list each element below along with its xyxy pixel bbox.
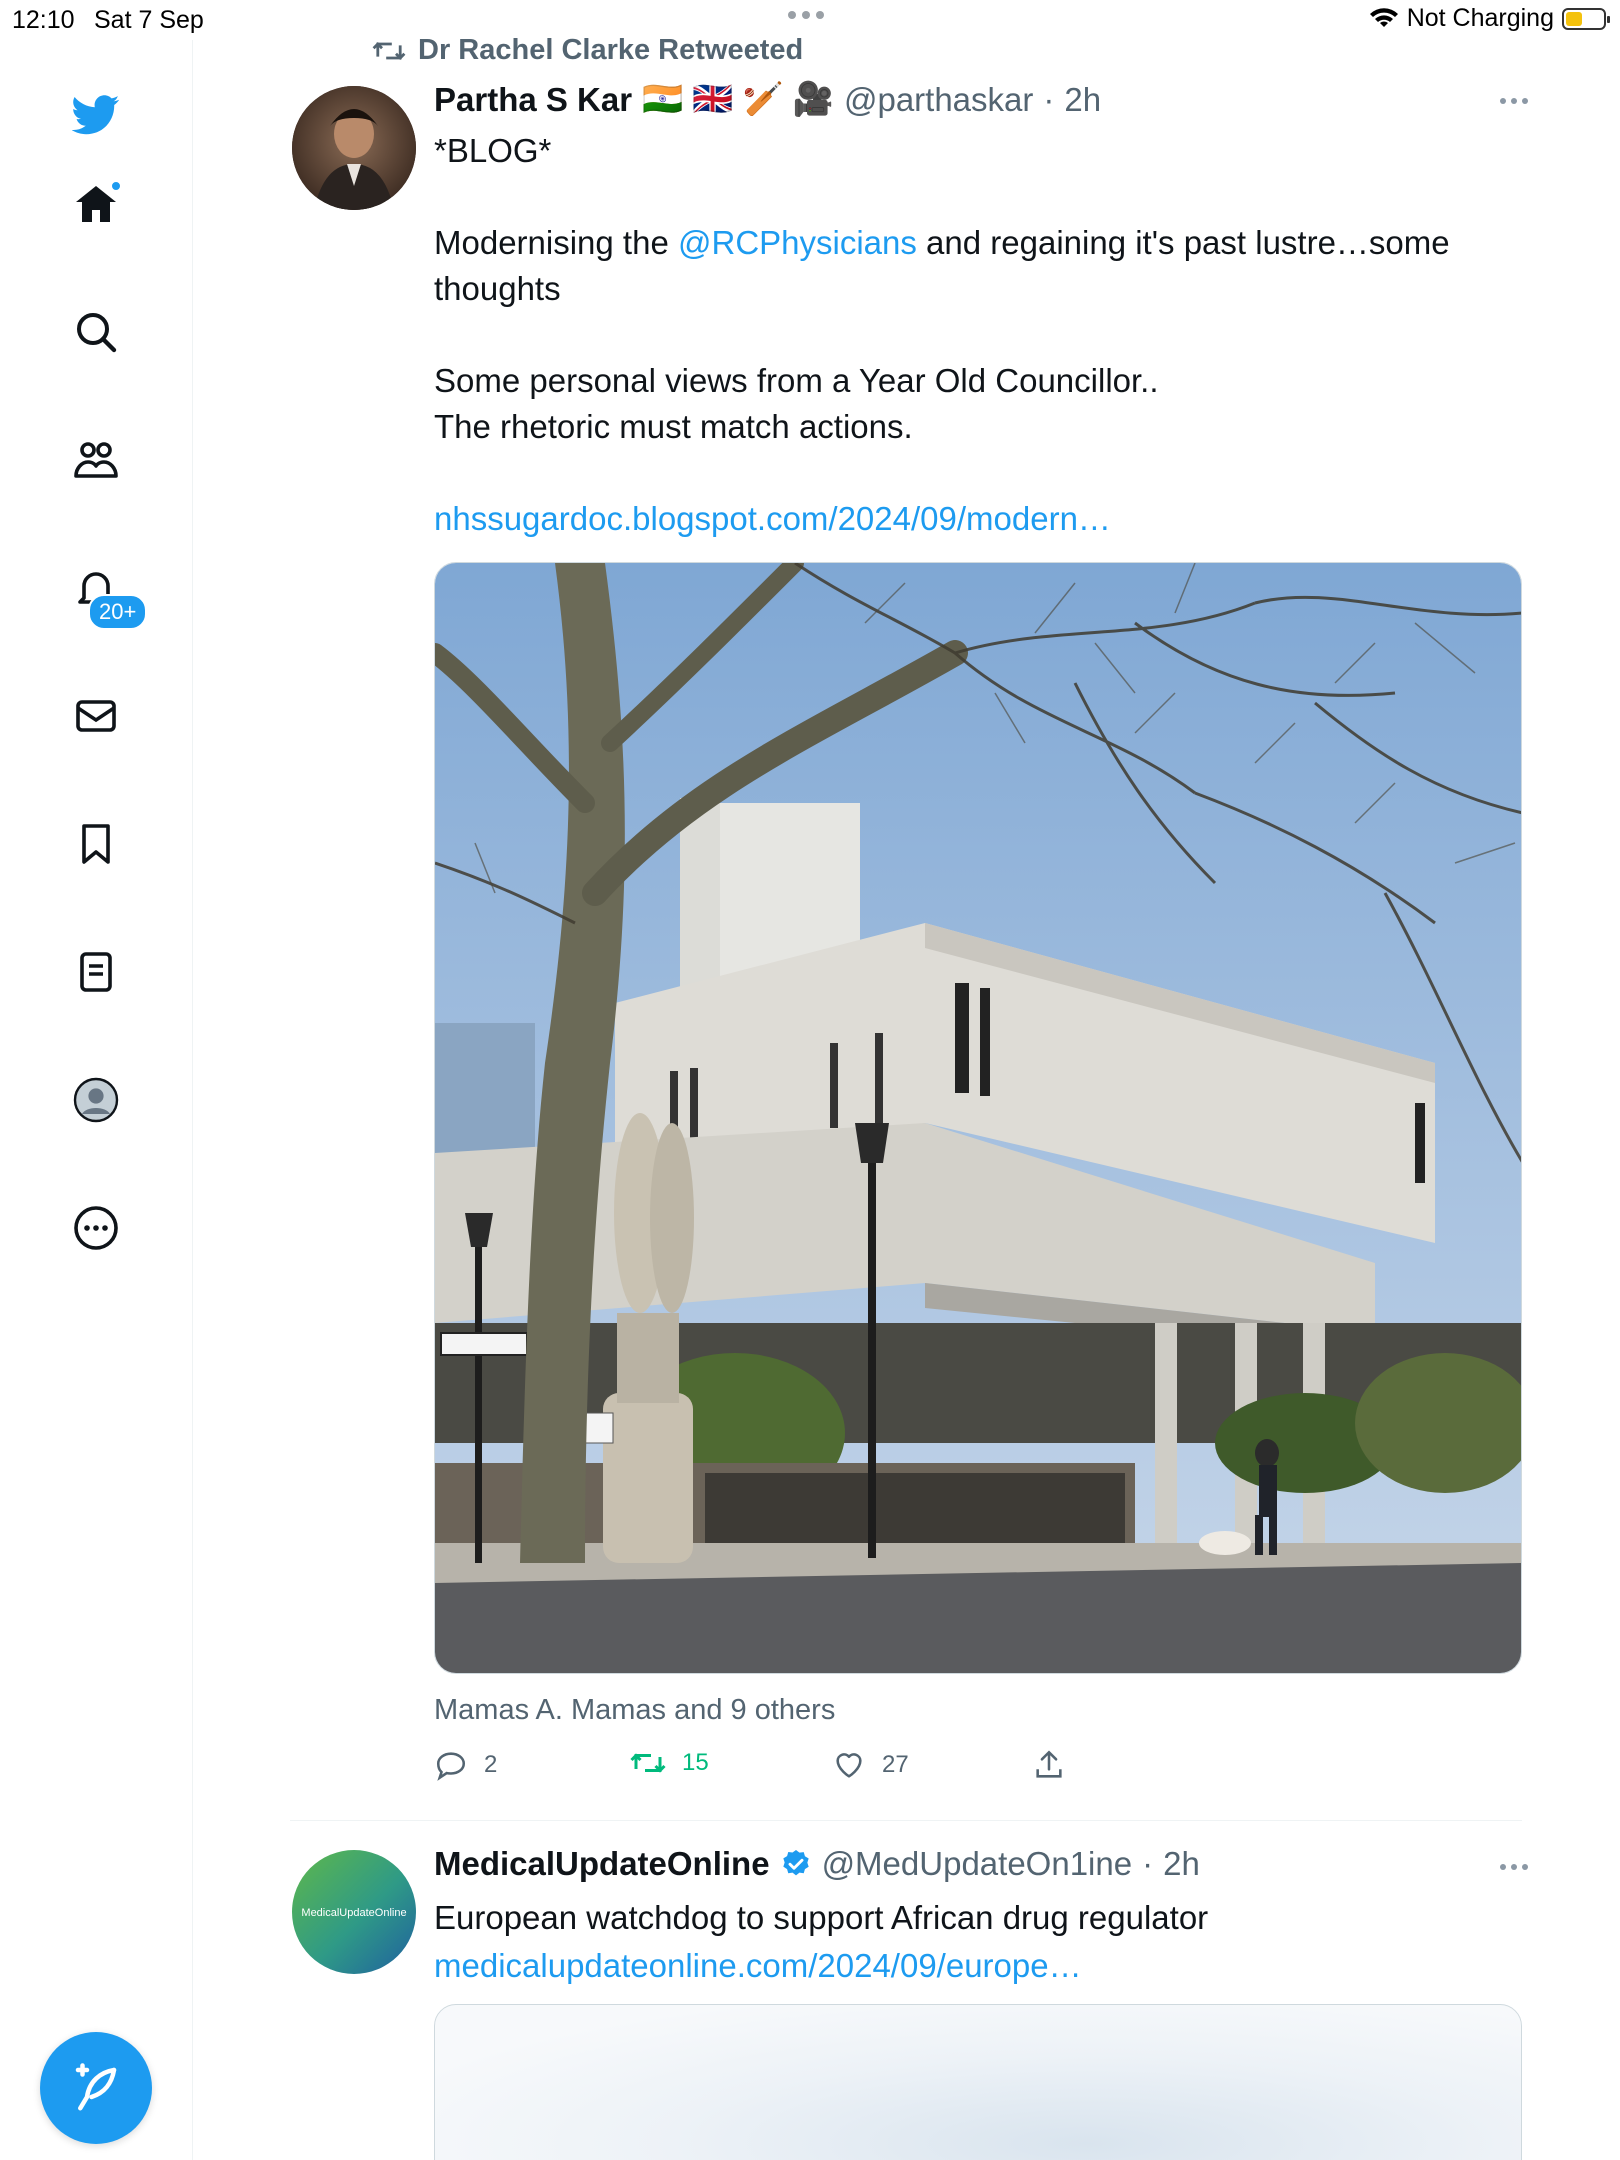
tweet-line-text: Modernising the <box>434 224 678 261</box>
tweet-line: Some personal views from a Year Old Coun… <box>434 362 1159 399</box>
tweet-time[interactable]: 2h <box>1163 1845 1200 1883</box>
reply-button[interactable]: 2 <box>434 1748 497 1782</box>
sidebar: 20+ <box>0 40 193 2160</box>
avatar[interactable] <box>292 86 416 210</box>
retweet-icon <box>372 41 406 60</box>
search-icon[interactable] <box>68 304 124 360</box>
tweet-actions: 2 15 27 <box>434 1748 1134 1792</box>
bookmark-icon[interactable] <box>68 816 124 872</box>
mail-icon[interactable] <box>68 688 124 744</box>
tweet-time[interactable]: 2h <box>1064 81 1101 119</box>
mention-link[interactable]: @RCPhysicians <box>678 224 917 261</box>
tweet-line: The rhetoric must match actions. <box>434 408 913 445</box>
tweet-image[interactable] <box>434 562 1522 1674</box>
author-name[interactable]: Partha S Kar <box>434 81 632 119</box>
more-options-icon[interactable] <box>1500 98 1530 106</box>
more-options-icon[interactable] <box>1500 1864 1530 1872</box>
compose-button[interactable] <box>40 2032 152 2144</box>
like-count: 27 <box>882 1751 909 1778</box>
retweet-count: 15 <box>682 1749 709 1776</box>
retweet-button[interactable]: 15 <box>630 1748 709 1778</box>
more-circle-icon[interactable] <box>68 1200 124 1256</box>
author-emojis: 🇮🇳 🇬🇧 🏏 🎥 <box>642 80 834 117</box>
avatar-logo-text: MedicalUpdateOnline <box>301 1907 406 1919</box>
lists-icon[interactable] <box>68 944 124 1000</box>
notifications-badge: 20+ <box>88 594 148 630</box>
retweeted-by-text: Dr Rachel Clarke Retweeted <box>418 34 804 66</box>
author-handle[interactable]: @parthaskar <box>844 81 1033 119</box>
home-notification-dot <box>110 180 122 192</box>
retweet-icon <box>630 1753 666 1773</box>
author-handle[interactable]: @MedUpdateOn1ine <box>822 1845 1133 1883</box>
communities-icon[interactable] <box>68 432 124 488</box>
avatar[interactable]: MedicalUpdateOnline <box>292 1850 416 1974</box>
tweet-image[interactable] <box>434 2004 1522 2160</box>
dot-separator: · <box>1043 80 1055 118</box>
status-time: 12:10 <box>12 6 75 34</box>
like-button[interactable]: 27 <box>832 1748 909 1782</box>
tweet-header: Partha S Kar 🇮🇳 🇬🇧 🏏 🎥 @parthaskar · 2h <box>434 80 1101 119</box>
external-link[interactable]: nhssugardoc.blogspot.com/2024/09/modern… <box>434 496 1474 542</box>
tweet-line: *BLOG* <box>434 132 552 169</box>
external-link[interactable]: medicalupdateonline.com/2024/09/europe… <box>434 1942 1494 1990</box>
tweet-body: European watchdog to support African dru… <box>434 1894 1494 1990</box>
verified-badge-icon <box>782 1850 809 1876</box>
share-button[interactable] <box>1032 1748 1066 1782</box>
status-date: Sat 7 Sep <box>94 6 204 34</box>
tweet-body: *BLOG* Modernising the @RCPhysicians and… <box>434 128 1474 542</box>
tweet-line: European watchdog to support African dru… <box>434 1899 1209 1936</box>
retweet-context[interactable]: Dr Rachel Clarke Retweeted <box>372 34 803 67</box>
tweet-divider <box>290 1820 1522 1821</box>
heart-icon <box>836 1753 862 1778</box>
twitter-bird-icon[interactable] <box>68 86 124 142</box>
author-name[interactable]: MedicalUpdateOnline <box>434 1845 770 1883</box>
social-context[interactable]: Mamas A. Mamas and 9 others <box>434 1694 835 1727</box>
reply-count: 2 <box>484 1751 498 1778</box>
compose-feather-icon <box>75 2063 117 2111</box>
profile-icon[interactable] <box>68 1072 124 1128</box>
reply-icon <box>436 1752 466 1781</box>
home-icon[interactable] <box>68 176 124 232</box>
share-icon <box>1036 1750 1062 1778</box>
tweet-line: Modernising the @RCPhysicians and regain… <box>434 220 1474 312</box>
dot-separator: · <box>1142 1845 1154 1882</box>
tweet-header: MedicalUpdateOnline @MedUpdateOn1ine · 2… <box>434 1845 1200 1883</box>
timeline: Dr Rachel Clarke Retweeted Partha S Kar … <box>194 0 1620 2160</box>
